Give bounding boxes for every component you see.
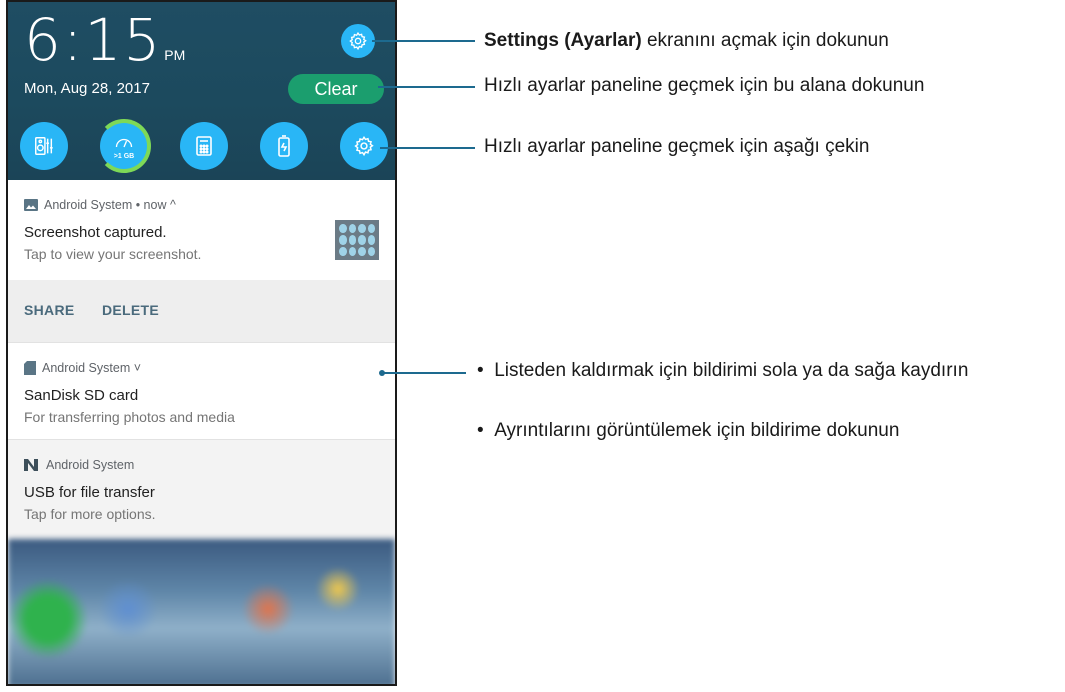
delete-button[interactable]: DELETE bbox=[102, 302, 159, 318]
notification-actions: SHARE DELETE bbox=[8, 280, 395, 342]
notification-screenshot[interactable]: Android System • now ^ Screenshot captur… bbox=[8, 180, 395, 280]
quick-settings-row: >1 GB bbox=[20, 119, 392, 173]
audio-wizard-icon bbox=[35, 137, 53, 155]
callout-line-clear bbox=[378, 86, 475, 88]
callout-swipe: • Listeden kaldırmak için bildirimi sola… bbox=[477, 360, 969, 381]
callout-swipe-text: Listeden kaldırmak için bildirimi sola y… bbox=[494, 360, 969, 381]
notification-text: For transferring photos and media bbox=[24, 409, 235, 425]
phone-screen: 6:15 PM Mon, Aug 28, 2017 Clear >1 GB An… bbox=[6, 0, 397, 686]
clock-time: 6:15 bbox=[24, 6, 163, 74]
notification-app-name: Android System ˅ bbox=[42, 361, 142, 375]
quick-setting-battery[interactable] bbox=[260, 122, 308, 170]
notification-app-line: Android System ˅ bbox=[24, 361, 141, 375]
sd-card-icon bbox=[24, 361, 36, 375]
callout-quick: Hızlı ayarlar paneline geçmek için aşağı… bbox=[484, 136, 870, 157]
notification-text: Tap to view your screenshot. bbox=[24, 246, 202, 262]
quick-setting-boost[interactable]: >1 GB bbox=[97, 119, 151, 173]
android-n-icon bbox=[24, 459, 38, 471]
image-icon bbox=[24, 199, 38, 211]
settings-button[interactable] bbox=[341, 24, 375, 58]
notification-app-line: Android System bbox=[24, 458, 134, 472]
notification-app-name: Android System bbox=[46, 458, 135, 472]
boost-ram-label: >1 GB bbox=[113, 153, 135, 160]
notification-app-line: Android System • now ^ bbox=[24, 198, 176, 212]
notification-app-name: Android System • now ^ bbox=[44, 198, 176, 212]
notification-title: SanDisk SD card bbox=[24, 387, 139, 404]
date-label: Mon, Aug 28, 2017 bbox=[24, 80, 150, 97]
quick-setting-audio-wizard[interactable] bbox=[20, 122, 68, 170]
notification-text: Tap for more options. bbox=[24, 506, 156, 522]
quick-setting-settings[interactable] bbox=[340, 122, 388, 170]
notification-title: Screenshot captured. bbox=[24, 224, 167, 241]
callout-settings-rest: ekranını açmak için dokunun bbox=[641, 30, 889, 51]
share-button[interactable]: SHARE bbox=[24, 302, 75, 318]
callout-tap: • Ayrıntılarını görüntülemek için bildir… bbox=[477, 420, 900, 441]
callout-tap-text: Ayrıntılarını görüntülemek için bildirim… bbox=[494, 420, 900, 441]
battery-icon bbox=[278, 135, 290, 157]
quick-setting-calculator[interactable] bbox=[180, 122, 228, 170]
callout-line-quick bbox=[380, 147, 475, 149]
notification-usb[interactable]: Android System USB for file transfer Tap… bbox=[8, 439, 395, 540]
callout-line-settings bbox=[372, 40, 475, 42]
notification-shade-header: 6:15 PM Mon, Aug 28, 2017 Clear >1 GB bbox=[8, 2, 395, 180]
wallpaper bbox=[8, 539, 395, 684]
clear-button[interactable]: Clear bbox=[288, 74, 384, 104]
notification-sd-card[interactable]: Android System ˅ SanDisk SD card For tra… bbox=[8, 342, 395, 439]
callout-clear: Hızlı ayarlar paneline geçmek için bu al… bbox=[484, 75, 925, 96]
screenshot-thumbnail[interactable] bbox=[335, 220, 379, 260]
ram-usage-ring bbox=[97, 119, 151, 173]
notification-title: USB for file transfer bbox=[24, 484, 155, 501]
clock-ampm: PM bbox=[164, 47, 186, 63]
clock: 6:15 PM bbox=[24, 8, 185, 72]
callout-line-notification bbox=[384, 372, 466, 374]
settings-icon bbox=[354, 135, 374, 157]
calculator-icon bbox=[196, 136, 212, 156]
gear-icon bbox=[349, 31, 367, 51]
callout-settings-bold: Settings (Ayarlar) bbox=[484, 30, 642, 51]
callout-settings: Settings (Ayarlar) ekranını açmak için d… bbox=[484, 30, 889, 52]
